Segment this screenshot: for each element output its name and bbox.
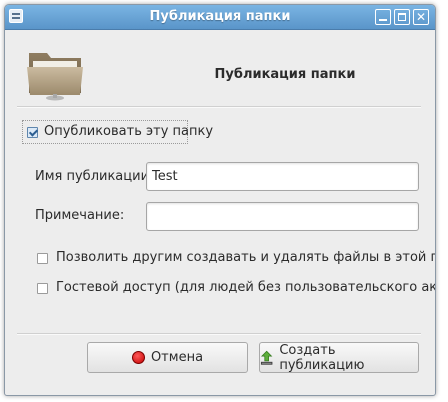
window-title: Публикация папки [149,9,291,24]
share-folder-label: Опубликовать эту папку [44,124,214,139]
stop-icon [131,351,145,364]
share-folder-checkbox[interactable] [27,127,38,138]
maximize-button[interactable] [394,9,410,25]
comment-label: Примечание: [35,208,125,223]
bottom-separator [17,333,421,335]
share-folder-dialog: Публикация папки ✕ Публикация папки Опуб… [4,4,436,396]
close-button[interactable]: ✕ [413,9,429,25]
share-name-label: Имя публикации: [35,169,154,184]
allow-write-checkbox[interactable] [37,253,48,264]
create-share-button[interactable]: Создать публикацию [259,342,419,373]
guest-access-checkbox[interactable] [37,283,48,294]
minimize-button[interactable] [375,9,391,25]
guest-access-label: Гостевой доступ (для людей без пользоват… [56,280,436,295]
share-upload-icon [260,350,273,365]
comment-input[interactable] [146,202,419,231]
cancel-button[interactable]: Отмена [87,342,248,373]
share-name-input[interactable]: Test [146,162,419,191]
cancel-button-label: Отмена [150,350,204,365]
title-bar[interactable]: Публикация папки ✕ [5,5,435,30]
create-share-button-label: Создать публикацию [279,342,365,373]
folder-icon [27,53,83,101]
top-separator [17,106,421,108]
share-folder-checkbox-row[interactable]: Опубликовать эту папку [22,120,213,144]
dialog-heading: Публикация папки [214,67,356,82]
allow-write-label: Позволить другим создавать и удалять фай… [56,250,436,265]
